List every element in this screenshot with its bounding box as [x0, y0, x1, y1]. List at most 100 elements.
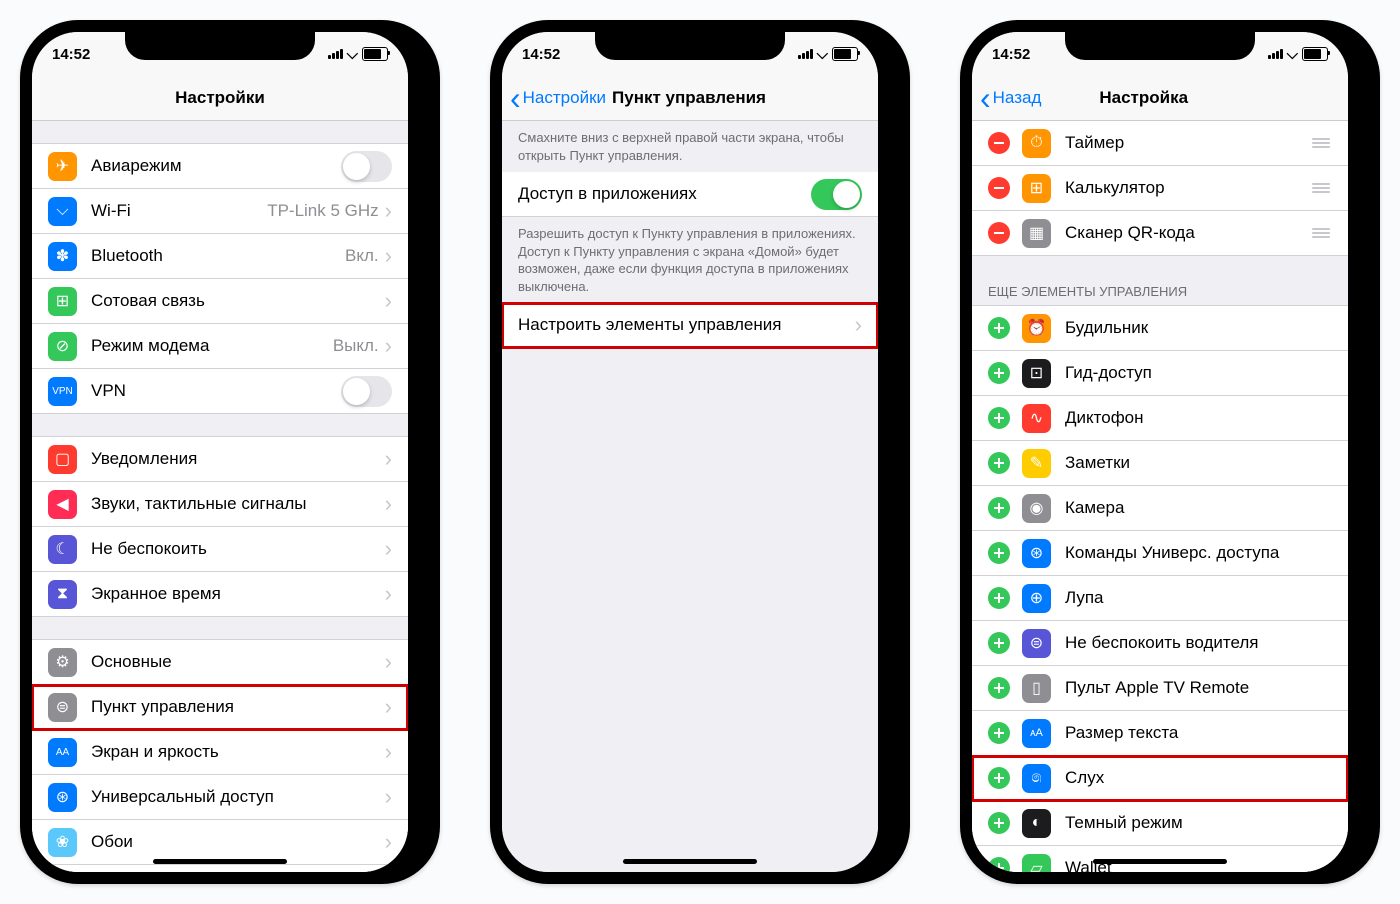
add-button[interactable]: [988, 362, 1010, 384]
row-label: Обои: [91, 832, 385, 852]
app-icon: ⊞: [48, 287, 77, 316]
row-label: Гид-доступ: [1065, 363, 1332, 383]
settings-row[interactable]: AAЭкран и яркость›: [32, 730, 408, 775]
settings-row[interactable]: ◉Siri и Поиск›: [32, 865, 408, 872]
row-label: Авиарежим: [91, 156, 341, 176]
help-text: Разрешить доступ к Пункту управления в п…: [502, 217, 878, 303]
settings-row[interactable]: ⧗Экранное время›: [32, 572, 408, 617]
remove-button[interactable]: [988, 177, 1010, 199]
home-indicator[interactable]: [623, 859, 757, 864]
add-button[interactable]: [988, 317, 1010, 339]
add-button[interactable]: [988, 632, 1010, 654]
control-row[interactable]: ᴀAРазмер текста: [972, 711, 1348, 756]
home-indicator[interactable]: [1093, 859, 1227, 864]
page-title: Настройка: [1099, 88, 1188, 108]
add-button[interactable]: [988, 857, 1010, 872]
add-button[interactable]: [988, 497, 1010, 519]
add-button[interactable]: [988, 587, 1010, 609]
settings-row[interactable]: VPNVPN: [32, 369, 408, 414]
row-value: Выкл.: [333, 336, 379, 356]
app-icon: ⏰: [1022, 314, 1051, 343]
add-button[interactable]: [988, 722, 1010, 744]
toggle-switch[interactable]: [811, 179, 862, 210]
app-icon: ⏱: [1022, 129, 1051, 158]
row-label: Будильник: [1065, 318, 1332, 338]
remove-button[interactable]: [988, 132, 1010, 154]
row-label: Не беспокоить водителя: [1065, 633, 1332, 653]
control-row[interactable]: ✎Заметки: [972, 441, 1348, 486]
add-button[interactable]: [988, 407, 1010, 429]
add-button[interactable]: [988, 767, 1010, 789]
app-icon: ◐: [1022, 809, 1051, 838]
row-customize-controls[interactable]: Настроить элементы управления ›: [502, 303, 878, 348]
control-row[interactable]: ෧Слух: [972, 756, 1348, 801]
control-row[interactable]: ▦Сканер QR-кода: [972, 211, 1348, 256]
control-row[interactable]: ∿Диктофон: [972, 396, 1348, 441]
control-row[interactable]: ⊕Лупа: [972, 576, 1348, 621]
settings-row[interactable]: ⊜Пункт управления›: [32, 685, 408, 730]
toggle-switch[interactable]: [341, 376, 392, 407]
control-row[interactable]: ⊛Команды Универс. доступа: [972, 531, 1348, 576]
row-label: Камера: [1065, 498, 1332, 518]
page-title: Пункт управления: [612, 88, 766, 108]
back-label: Назад: [993, 88, 1042, 108]
add-button[interactable]: [988, 452, 1010, 474]
chevron-right-icon: ›: [385, 288, 392, 314]
row-label: Настроить элементы управления: [518, 315, 855, 335]
settings-row[interactable]: ⚙Основные›: [32, 639, 408, 685]
control-row[interactable]: ◐Темный режим: [972, 801, 1348, 846]
app-icon: ▢: [48, 445, 77, 474]
settings-row[interactable]: ⊛Универсальный доступ›: [32, 775, 408, 820]
reorder-handle[interactable]: [1310, 183, 1332, 193]
row-label: Доступ в приложениях: [518, 184, 811, 204]
control-row[interactable]: ⊞Калькулятор: [972, 166, 1348, 211]
app-icon: ⊜: [1022, 629, 1051, 658]
control-row[interactable]: ⊜ Не беспокоить водителя: [972, 621, 1348, 666]
chevron-right-icon: ›: [385, 581, 392, 607]
add-button[interactable]: [988, 542, 1010, 564]
back-button[interactable]: Настройки: [510, 88, 606, 108]
settings-row[interactable]: ☾Не беспокоить›: [32, 527, 408, 572]
row-label: Уведомления: [91, 449, 385, 469]
settings-row[interactable]: ◀Звуки, тактильные сигналы›: [32, 482, 408, 527]
row-label: Команды Универс. доступа: [1065, 543, 1332, 563]
control-row[interactable]: ⏰ Будильник: [972, 305, 1348, 351]
toggle-switch[interactable]: [341, 151, 392, 182]
app-icon: ▯: [1022, 674, 1051, 703]
back-label: Настройки: [523, 88, 606, 108]
control-row[interactable]: ▯Пульт Apple TV Remote: [972, 666, 1348, 711]
settings-row[interactable]: ✈︎Авиарежим: [32, 143, 408, 189]
settings-row[interactable]: ⊞Сотовая связь›: [32, 279, 408, 324]
app-icon: ⚙: [48, 648, 77, 677]
settings-row[interactable]: ▢Уведомления›: [32, 436, 408, 482]
control-row[interactable]: ⊡Гид-доступ: [972, 351, 1348, 396]
settings-list[interactable]: ✈︎Авиарежим⌵Wi-FiTP-Link 5 GHz›✽Bluetoot…: [32, 121, 408, 872]
chevron-right-icon: ›: [385, 491, 392, 517]
back-button[interactable]: Назад: [980, 88, 1041, 108]
status-time: 14:52: [522, 46, 560, 63]
home-indicator[interactable]: [153, 859, 287, 864]
content[interactable]: ⏱Таймер⊞Калькулятор▦Сканер QR-кода ЕЩЕ Э…: [972, 121, 1348, 872]
reorder-handle[interactable]: [1310, 138, 1332, 148]
reorder-handle[interactable]: [1310, 228, 1332, 238]
row-label: Слух: [1065, 768, 1332, 788]
add-button[interactable]: [988, 812, 1010, 834]
add-button[interactable]: [988, 677, 1010, 699]
settings-row[interactable]: ⊘Режим модемаВыкл.›: [32, 324, 408, 369]
control-row[interactable]: ◉Камера: [972, 486, 1348, 531]
app-icon: ▱: [1022, 854, 1051, 873]
settings-row[interactable]: ✽BluetoothВкл.›: [32, 234, 408, 279]
app-icon: ∿: [1022, 404, 1051, 433]
remove-button[interactable]: [988, 222, 1010, 244]
navbar: Настройки: [32, 76, 408, 121]
app-icon: ⧗: [48, 580, 77, 609]
phone-customize: 14:52 ⌵ Назад Настройка ⏱Таймер⊞Калькуля…: [960, 20, 1380, 884]
settings-row[interactable]: ⌵Wi-FiTP-Link 5 GHz›: [32, 189, 408, 234]
control-row[interactable]: ⏱Таймер: [972, 121, 1348, 166]
row-label: Экран и яркость: [91, 742, 385, 762]
row-access-in-apps[interactable]: Доступ в приложениях: [502, 172, 878, 217]
app-icon: ❀: [48, 828, 77, 857]
app-icon: ◀: [48, 490, 77, 519]
chevron-right-icon: ›: [385, 784, 392, 810]
content[interactable]: Смахните вниз с верхней правой части экр…: [502, 121, 878, 872]
